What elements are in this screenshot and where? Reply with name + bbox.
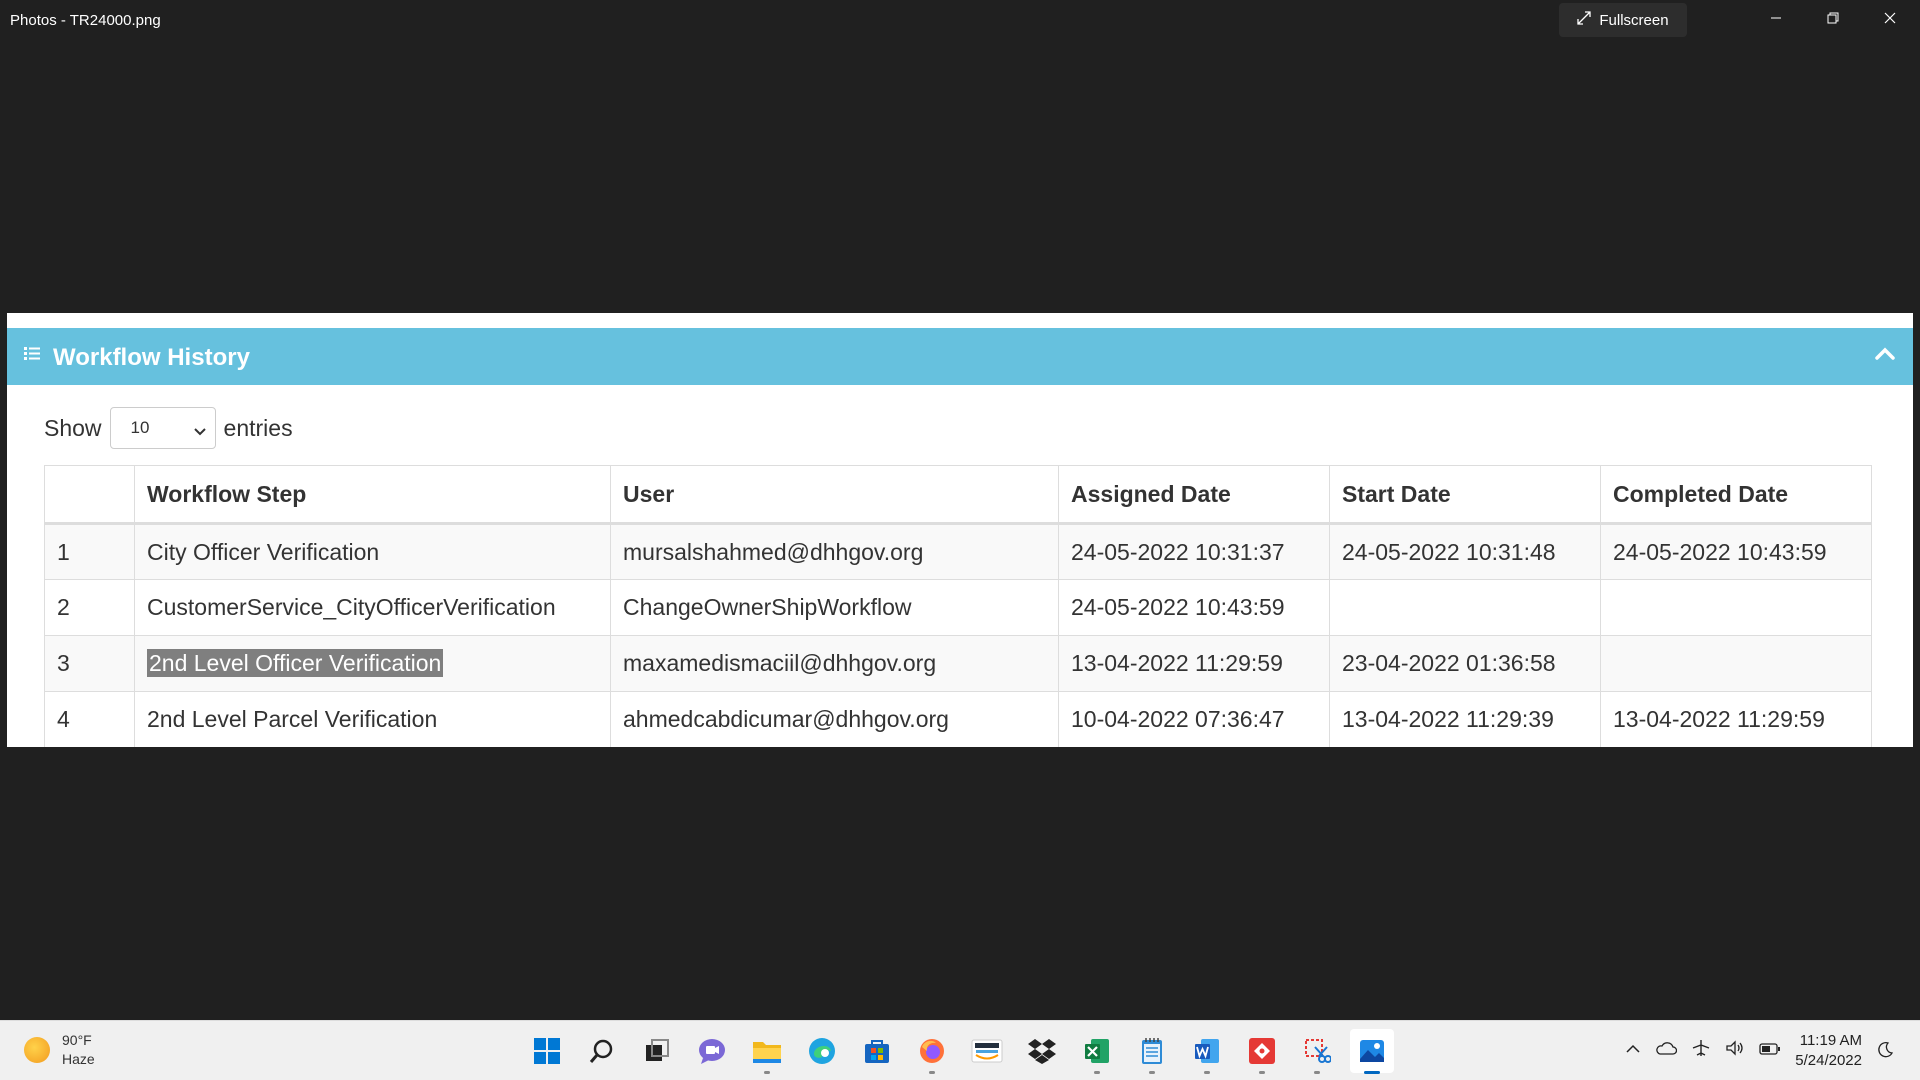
search-icon[interactable] [580, 1029, 624, 1073]
restore-button[interactable] [1805, 0, 1861, 40]
minimize-button[interactable] [1748, 0, 1804, 40]
entries-value: 10 [130, 418, 150, 437]
column-header-workflow-step[interactable]: Workflow Step [134, 465, 611, 525]
taskbar-apps [525, 1029, 1394, 1074]
selected-text: 2nd Level Officer Verification [147, 649, 444, 677]
restore-icon [1827, 11, 1839, 29]
title-bar: Photos - TR24000.png Fullscreen [0, 0, 1920, 40]
chevron-up-icon[interactable] [1875, 347, 1895, 366]
workflow-step-cell: City Officer Verification [134, 523, 611, 580]
start-date-cell: 24-05-2022 10:31:48 [1329, 523, 1601, 580]
running-indicator [1149, 1071, 1155, 1074]
user-cell: ChangeOwnerShipWorkflow [610, 579, 1059, 636]
taskbar: 90°F Haze 11:19 AM 5/24/2022 [0, 1020, 1920, 1080]
entries-control: Show 10 entries [44, 407, 293, 449]
running-indicator [764, 1071, 770, 1074]
chat-icon[interactable] [690, 1029, 734, 1073]
running-indicator [1364, 1071, 1380, 1074]
clock[interactable]: 11:19 AM 5/24/2022 [1780, 1031, 1862, 1071]
list-icon [24, 346, 41, 366]
table-row: 1 City Officer Verification mursalshahme… [44, 523, 1872, 580]
fullscreen-label: Fullscreen [1599, 11, 1669, 29]
clock-time: 11:19 AM [1799, 1032, 1862, 1049]
running-indicator [1314, 1071, 1320, 1074]
row-index: 3 [44, 635, 135, 692]
table-row: 4 2nd Level Parcel Verification ahmedcab… [44, 691, 1872, 747]
workflow-step-cell: CustomerService_CityOfficerVerification [134, 579, 611, 636]
column-header-assigned-date[interactable]: Assigned Date [1058, 465, 1330, 525]
snipping-tool-icon[interactable] [1295, 1029, 1339, 1074]
weather-desc: Haze [62, 1051, 95, 1067]
running-indicator [1204, 1071, 1210, 1074]
dropbox-icon[interactable] [1020, 1029, 1064, 1073]
entries-label: entries [223, 414, 293, 441]
start-date-cell: 13-04-2022 11:29:39 [1329, 691, 1601, 747]
chevron-up-icon[interactable] [1625, 1042, 1641, 1060]
edge-icon[interactable] [800, 1029, 844, 1073]
row-index: 1 [44, 523, 135, 580]
start-date-cell: 23-04-2022 01:36:58 [1329, 635, 1601, 692]
workflow-history-table: Workflow Step User Assigned Date Start D… [44, 465, 1872, 747]
close-button[interactable] [1862, 0, 1918, 40]
running-indicator [1259, 1071, 1265, 1074]
file-explorer-icon[interactable] [745, 1029, 789, 1074]
amazon-icon[interactable] [965, 1029, 1009, 1073]
show-label: Show [44, 414, 102, 441]
clock-date: 5/24/2022 [1795, 1052, 1862, 1069]
running-indicator [929, 1071, 935, 1074]
system-tray [1625, 1039, 1781, 1062]
window-title: Photos - TR24000.png [10, 12, 161, 29]
airplane-mode-icon[interactable] [1691, 1039, 1711, 1062]
column-header-start-date[interactable]: Start Date [1329, 465, 1601, 525]
sun-haze-icon [24, 1037, 50, 1063]
photos-icon[interactable] [1350, 1029, 1394, 1074]
expand-icon [1577, 11, 1592, 29]
column-header-index[interactable] [44, 465, 135, 525]
battery-icon[interactable] [1759, 1042, 1781, 1060]
completed-date-cell [1600, 579, 1872, 636]
table-header-row: Workflow Step User Assigned Date Start D… [44, 465, 1872, 525]
panel-header[interactable]: Workflow History [7, 328, 1913, 385]
completed-date-cell [1600, 635, 1872, 692]
weather-widget[interactable]: 90°F Haze [24, 1031, 95, 1069]
assigned-date-cell: 24-05-2022 10:43:59 [1058, 579, 1330, 636]
fullscreen-button[interactable]: Fullscreen [1559, 3, 1687, 37]
user-cell: maxamedismaciil@dhhgov.org [610, 635, 1059, 692]
notepad-icon[interactable] [1130, 1029, 1174, 1074]
notification-moon-icon[interactable] [1876, 1041, 1894, 1064]
excel-icon[interactable] [1075, 1029, 1119, 1074]
git-icon[interactable] [1240, 1029, 1284, 1074]
assigned-date-cell: 24-05-2022 10:31:37 [1058, 523, 1330, 580]
running-indicator [1094, 1071, 1100, 1074]
store-icon[interactable] [855, 1029, 899, 1073]
column-header-user[interactable]: User [610, 465, 1059, 525]
completed-date-cell: 13-04-2022 11:29:59 [1600, 691, 1872, 747]
chevron-down-icon [193, 422, 207, 442]
start-icon[interactable] [525, 1029, 569, 1073]
weather-temp: 90°F [62, 1032, 92, 1048]
workflow-step-cell: 2nd Level Parcel Verification [134, 691, 611, 747]
firefox-icon[interactable] [910, 1029, 954, 1074]
panel-title: Workflow History [53, 344, 250, 371]
column-header-completed-date[interactable]: Completed Date [1600, 465, 1872, 525]
user-cell: mursalshahmed@dhhgov.org [610, 523, 1059, 580]
row-index: 2 [44, 579, 135, 636]
word-icon[interactable] [1185, 1029, 1229, 1074]
onedrive-icon[interactable] [1655, 1041, 1678, 1060]
table-row: 2 CustomerService_CityOfficerVerificatio… [44, 579, 1872, 636]
row-index: 4 [44, 691, 135, 747]
workflow-step-cell: 2nd Level Officer Verification [134, 635, 611, 692]
completed-date-cell: 24-05-2022 10:43:59 [1600, 523, 1872, 580]
assigned-date-cell: 13-04-2022 11:29:59 [1058, 635, 1330, 692]
user-cell: ahmedcabdicumar@dhhgov.org [610, 691, 1059, 747]
minimize-icon [1770, 11, 1782, 29]
entries-select[interactable]: 10 [109, 407, 216, 449]
volume-icon[interactable] [1725, 1040, 1745, 1061]
assigned-date-cell: 10-04-2022 07:36:47 [1058, 691, 1330, 747]
table-row: 3 2nd Level Officer Verification maxamed… [44, 635, 1872, 692]
task-view-icon[interactable] [635, 1029, 679, 1073]
start-date-cell [1329, 579, 1601, 636]
close-icon [1884, 11, 1896, 29]
image-canvas: Workflow History Show 10 entries Workflo… [7, 313, 1913, 747]
